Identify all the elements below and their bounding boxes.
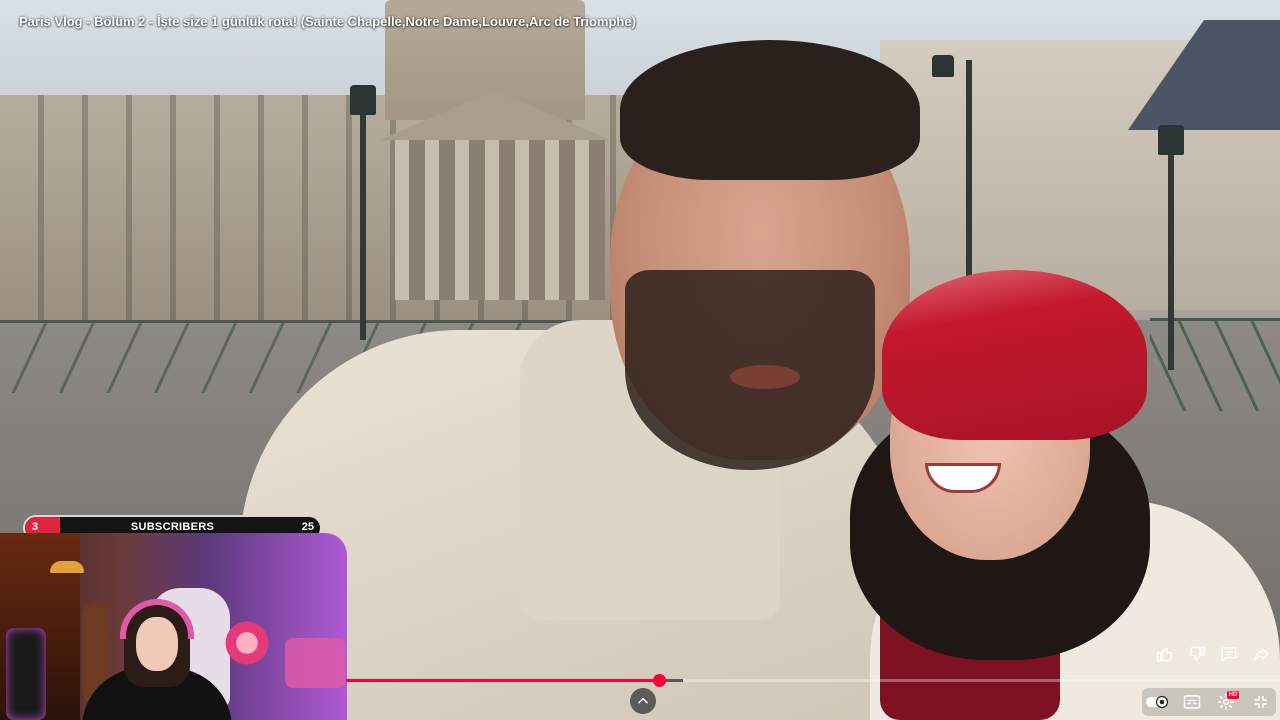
progress-bar[interactable] [346, 674, 1280, 687]
like-button[interactable] [1151, 640, 1179, 668]
share-icon [1253, 648, 1269, 661]
scene-woman-beanie [882, 270, 1147, 440]
streamer-webcam [0, 533, 347, 720]
comment-icon [1221, 647, 1237, 662]
chevron-up-icon [638, 697, 648, 704]
comments-button[interactable] [1215, 640, 1243, 668]
scene-columns [395, 140, 605, 300]
scene-man-hair [620, 40, 920, 180]
player-controls: HD [1142, 688, 1276, 716]
video-title[interactable]: Paris Vlog - Bölüm 2 - İşte size 1 günlü… [19, 14, 636, 29]
quality-badge: HD [1226, 691, 1240, 699]
webcam-lamp [50, 561, 84, 573]
subscriber-label: SUBSCRIBERS [130, 521, 215, 533]
share-button[interactable] [1247, 640, 1275, 668]
microphone-icon [6, 628, 46, 720]
scene-lamp-post [966, 60, 972, 310]
subtitles-button[interactable] [1177, 688, 1207, 716]
toggle-icon [1146, 695, 1169, 709]
scene-lamp-head [1158, 125, 1184, 155]
progress-scrubber[interactable] [653, 674, 666, 687]
settings-button[interactable]: HD [1211, 688, 1241, 716]
video-player[interactable]: Paris Vlog - Bölüm 2 - İşte size 1 günlü… [0, 0, 1280, 720]
scene-lamp-head [932, 55, 954, 77]
engagement-actions [1151, 640, 1275, 668]
exit-fullscreen-button[interactable] [1246, 688, 1276, 716]
scene-lamp-head [350, 85, 376, 115]
thumbs-up-icon [1156, 647, 1173, 662]
progress-played [346, 679, 659, 682]
scene-lamp-post [1168, 150, 1174, 370]
autoplay-toggle[interactable] [1142, 688, 1172, 716]
neon-sign [285, 638, 345, 688]
thumbs-down-icon [1189, 646, 1206, 661]
subscriber-goal: 25 [301, 521, 314, 533]
scene-man-mouth [730, 365, 800, 389]
scene-lamp-post [360, 110, 366, 340]
streamer [82, 599, 232, 720]
dislike-button[interactable] [1183, 640, 1211, 668]
more-videos-button[interactable] [630, 688, 656, 714]
subtitles-icon [1183, 695, 1200, 709]
headset-icon [120, 599, 194, 639]
exit-fullscreen-icon [1254, 696, 1267, 708]
